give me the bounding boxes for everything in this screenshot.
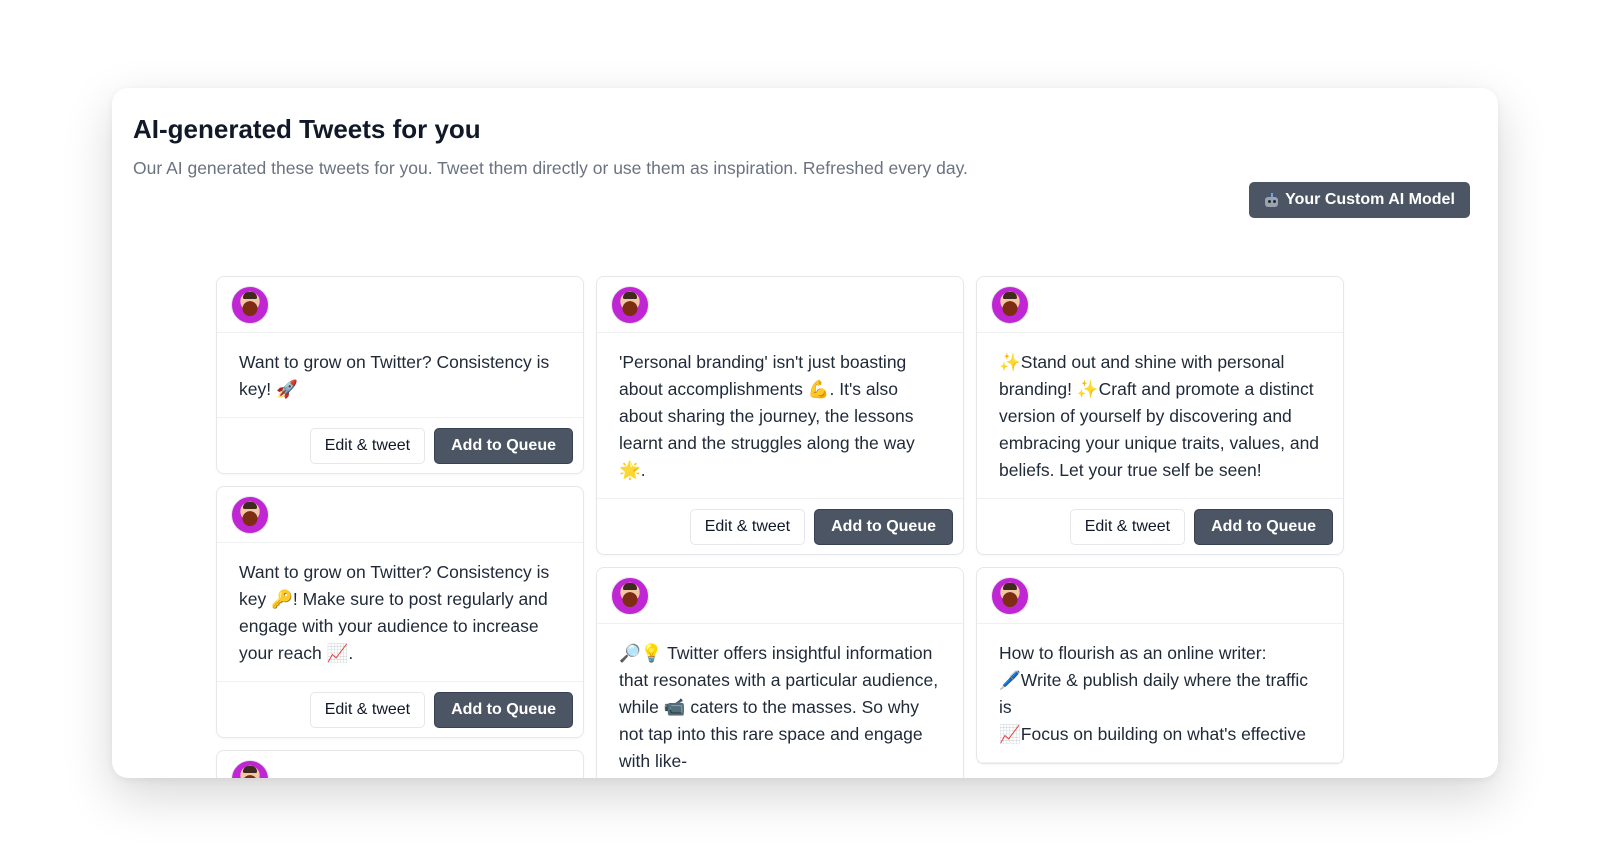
tweet-card: 🔎💡 Twitter offers insightful information… — [596, 567, 964, 778]
tweet-actions: Edit & tweet Add to Queue — [977, 499, 1343, 554]
add-to-queue-button[interactable]: Add to Queue — [1194, 508, 1333, 545]
add-to-queue-button[interactable]: Add to Queue — [814, 508, 953, 545]
tweet-card-header — [597, 568, 963, 624]
custom-ai-model-label: Your Custom AI Model — [1285, 191, 1455, 208]
tweet-card-header — [977, 568, 1343, 624]
robot-icon — [1264, 192, 1279, 208]
tweet-text: How to flourish as an online writer: 🖊️W… — [977, 624, 1343, 763]
tweet-card-header — [977, 277, 1343, 333]
avatar — [991, 285, 1029, 324]
tweet-card-header — [217, 277, 583, 333]
tweet-card: Want to grow on Twitter? Consistency is … — [216, 486, 584, 738]
custom-ai-model-button[interactable]: Your Custom AI Model — [1249, 182, 1470, 218]
tweet-text: Want to grow on Twitter? Consistency is … — [217, 543, 583, 682]
tweet-card-header — [217, 751, 583, 778]
tweet-actions: Edit & tweet Add to Queue — [597, 499, 963, 554]
avatar — [991, 576, 1029, 615]
tweet-column-3: ✨Stand out and shine with personal brand… — [976, 276, 1344, 776]
tweet-actions: Edit & tweet Add to Queue — [217, 682, 583, 737]
edit-and-tweet-button[interactable]: Edit & tweet — [1069, 508, 1186, 545]
tweet-actions: Edit & tweet Add to Queue — [217, 418, 583, 473]
tweet-text: Want to grow on Twitter? Consistency is … — [217, 333, 583, 418]
tweet-text: 🔎💡 Twitter offers insightful information… — [597, 624, 963, 778]
add-to-queue-button[interactable]: Add to Queue — [434, 427, 573, 464]
tweet-text: ✨Stand out and shine with personal brand… — [977, 333, 1343, 499]
tweet-card: 'Personal branding' isn't just boasting … — [596, 276, 964, 555]
avatar — [231, 285, 269, 324]
tweet-column-2: 'Personal branding' isn't just boasting … — [596, 276, 964, 778]
edit-and-tweet-button[interactable]: Edit & tweet — [309, 691, 426, 728]
edit-and-tweet-button[interactable]: Edit & tweet — [689, 508, 806, 545]
tweet-card-header — [597, 277, 963, 333]
avatar — [231, 495, 269, 534]
avatar — [231, 759, 269, 778]
tweet-card — [216, 750, 584, 778]
edit-and-tweet-button[interactable]: Edit & tweet — [309, 427, 426, 464]
add-to-queue-button[interactable]: Add to Queue — [434, 691, 573, 728]
avatar — [611, 576, 649, 615]
tweet-card-header — [217, 487, 583, 543]
avatar — [611, 285, 649, 324]
tweet-column-1: Want to grow on Twitter? Consistency is … — [216, 276, 584, 778]
tweet-card: How to flourish as an online writer: 🖊️W… — [976, 567, 1344, 764]
tweet-card: ✨Stand out and shine with personal brand… — [976, 276, 1344, 555]
page-title: AI-generated Tweets for you — [133, 114, 481, 144]
tweet-card: Want to grow on Twitter? Consistency is … — [216, 276, 584, 474]
page-subtitle: Our AI generated these tweets for you. T… — [133, 158, 968, 178]
tweets-panel: AI-generated Tweets for you Our AI gener… — [112, 88, 1498, 778]
tweet-text: 'Personal branding' isn't just boasting … — [597, 333, 963, 499]
